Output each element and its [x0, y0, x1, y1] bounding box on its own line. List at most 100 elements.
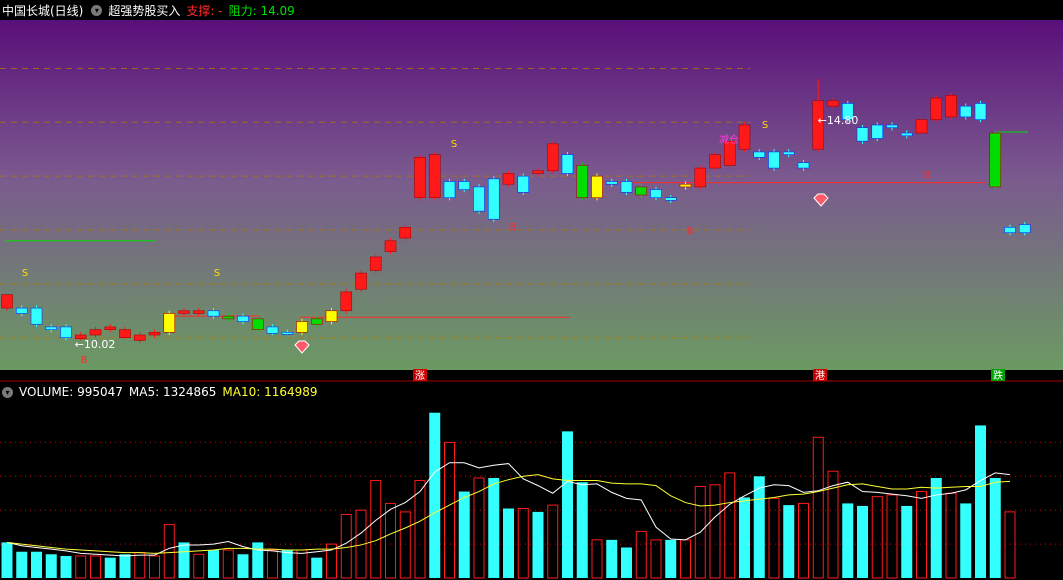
candle[interactable]	[546, 143, 559, 172]
candle[interactable]	[989, 132, 1002, 188]
candle[interactable]	[428, 154, 441, 198]
candle[interactable]	[60, 326, 72, 338]
candle[interactable]	[266, 326, 279, 334]
candle[interactable]	[856, 127, 869, 142]
volume-bar[interactable]	[60, 555, 72, 578]
volume-bar[interactable]	[930, 477, 942, 578]
candle[interactable]	[886, 124, 898, 128]
candle[interactable]	[104, 326, 117, 330]
candle[interactable]	[664, 197, 677, 201]
volume-bar[interactable]	[488, 477, 500, 578]
volume-bar[interactable]	[252, 542, 264, 578]
candle[interactable]	[133, 334, 146, 341]
candle[interactable]	[15, 307, 28, 314]
candle[interactable]	[148, 332, 161, 336]
candle[interactable]	[561, 154, 574, 174]
volume-bar[interactable]	[458, 491, 470, 578]
candle[interactable]	[310, 318, 323, 325]
candle[interactable]	[605, 181, 618, 185]
volume-bar[interactable]	[665, 539, 677, 578]
candle[interactable]	[458, 181, 471, 190]
candle[interactable]	[1004, 227, 1016, 233]
candle[interactable]	[473, 186, 485, 212]
candle[interactable]	[414, 157, 426, 198]
volume-bar[interactable]	[104, 557, 116, 578]
candle[interactable]	[89, 329, 102, 336]
candle[interactable]	[827, 100, 839, 107]
candle[interactable]	[753, 151, 766, 158]
price-chart[interactable]: SSSSBBBBB减仓←10.02←14.80 涨港跌	[0, 20, 1063, 382]
candle[interactable]	[443, 181, 456, 198]
volume-bar[interactable]	[1, 542, 13, 578]
candle[interactable]	[871, 124, 884, 139]
candle[interactable]	[738, 124, 751, 150]
candle[interactable]	[192, 310, 205, 314]
volume-bar[interactable]	[178, 542, 190, 578]
volume-bar[interactable]	[739, 497, 750, 578]
candle[interactable]	[222, 315, 235, 320]
volume-bar[interactable]	[311, 557, 323, 578]
candle[interactable]	[591, 175, 603, 198]
chevron-down-icon[interactable]: ▾	[2, 386, 13, 398]
indicator-name[interactable]: 超强势股买入	[108, 2, 180, 19]
volume-bar[interactable]	[576, 482, 588, 578]
candle[interactable]	[487, 178, 500, 220]
volume-bar[interactable]	[842, 503, 854, 578]
volume-bar[interactable]	[208, 550, 219, 578]
volume-bar[interactable]	[960, 503, 972, 578]
candle[interactable]	[620, 181, 633, 193]
candle[interactable]	[694, 167, 707, 188]
volume-bar[interactable]	[503, 508, 514, 578]
candle[interactable]	[369, 256, 382, 271]
volume-bar[interactable]	[237, 554, 249, 578]
volume-bar[interactable]	[606, 539, 618, 578]
volume-bar[interactable]	[119, 554, 131, 578]
volume-bar[interactable]	[975, 425, 986, 578]
candle[interactable]	[325, 310, 338, 322]
candle[interactable]	[974, 103, 987, 120]
volume-bar[interactable]	[281, 550, 293, 578]
candle[interactable]	[178, 310, 190, 314]
chevron-down-icon[interactable]: ▾	[91, 4, 103, 16]
volume-bar[interactable]	[532, 511, 544, 578]
candle[interactable]	[635, 186, 648, 196]
candle[interactable]	[355, 272, 367, 290]
candle[interactable]	[1018, 224, 1031, 233]
volume-bar[interactable]	[989, 477, 1001, 578]
candle[interactable]	[709, 154, 721, 169]
volume-bar[interactable]	[429, 412, 441, 578]
candle[interactable]	[930, 97, 943, 120]
stock-title[interactable]: 中国长城(日线)	[2, 2, 83, 19]
volume-bar[interactable]	[16, 551, 28, 578]
candle[interactable]	[532, 170, 544, 174]
candle[interactable]	[959, 105, 972, 118]
volume-bar[interactable]	[783, 505, 795, 578]
candle[interactable]	[207, 310, 220, 317]
volume-bar[interactable]	[31, 551, 42, 578]
candle[interactable]	[768, 151, 780, 169]
candle[interactable]	[119, 329, 131, 338]
candle[interactable]	[1, 294, 13, 309]
candle[interactable]	[30, 307, 43, 325]
candle[interactable]	[502, 173, 515, 185]
volume-bar[interactable]	[45, 554, 57, 578]
candle[interactable]	[945, 95, 957, 118]
volume-chart[interactable]	[0, 400, 1063, 580]
candle[interactable]	[576, 165, 589, 198]
volume-bar[interactable]	[901, 505, 913, 578]
candle[interactable]	[517, 175, 530, 193]
candle[interactable]	[679, 183, 692, 188]
volume-bar[interactable]	[753, 476, 765, 578]
volume-bar[interactable]	[621, 547, 632, 578]
candle[interactable]	[163, 313, 176, 333]
candle[interactable]	[251, 318, 264, 330]
candle[interactable]	[650, 189, 662, 198]
candle[interactable]	[340, 291, 353, 312]
candle[interactable]	[237, 315, 249, 322]
candle[interactable]	[900, 132, 913, 137]
candle[interactable]	[399, 227, 412, 239]
candle[interactable]	[384, 240, 397, 252]
candle[interactable]	[296, 321, 308, 333]
candle[interactable]	[915, 119, 928, 134]
volume-bar[interactable]	[562, 431, 573, 578]
